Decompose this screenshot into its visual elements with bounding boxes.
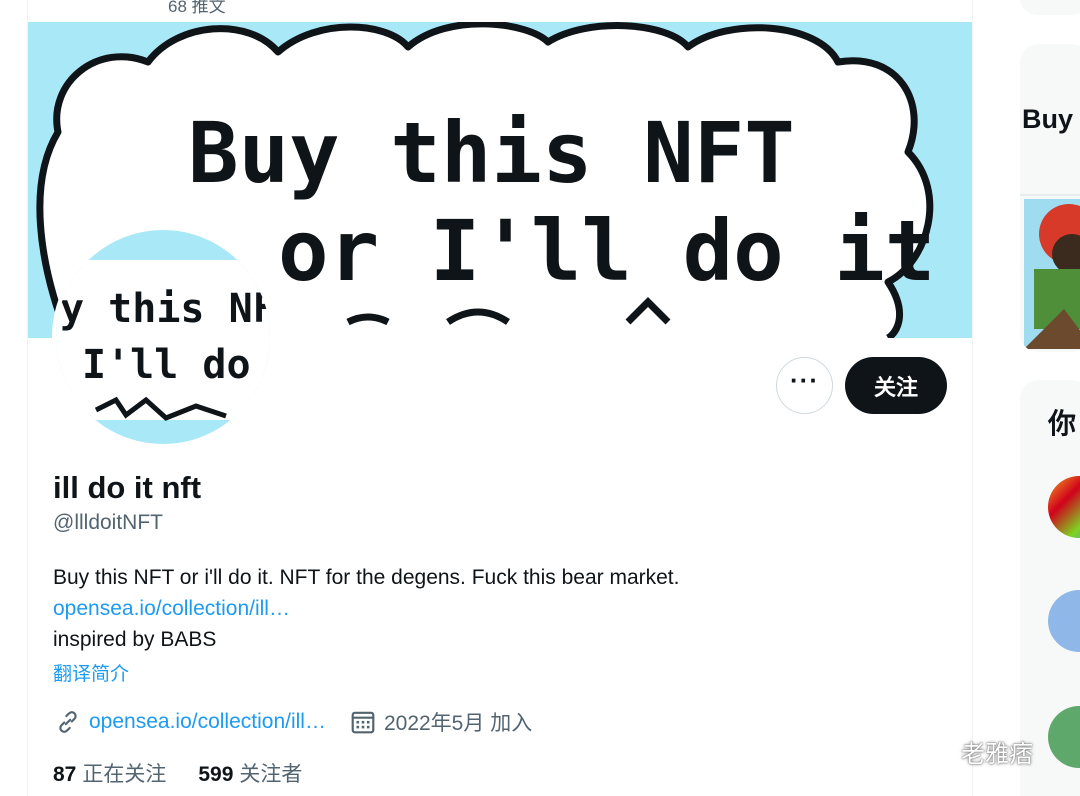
calendar-icon [348, 707, 378, 737]
bio-extra: inspired by BABS [53, 628, 217, 651]
following-stat[interactable]: 87 正在关注 [53, 758, 166, 788]
suggested-avatar[interactable] [1048, 476, 1080, 538]
bio-link[interactable]: opensea.io/collection/ill… [53, 593, 679, 624]
follow-button[interactable]: 关注 [845, 357, 947, 414]
banner-text-line1: Buy this NFT [188, 104, 795, 202]
avatar-text-line2: I'll do [82, 342, 251, 388]
avatar-art: y this NFT I'll do [56, 260, 270, 421]
who-to-follow-title: 你 [1048, 408, 1077, 439]
avatar-text-line1: y this NFT [60, 286, 270, 332]
banner-text-line2: or I'll do it [278, 202, 935, 300]
display-name: ill do it nft [53, 470, 202, 505]
sidebar-card-title: Buy [1022, 104, 1074, 134]
avatar[interactable]: y this NFT I'll do [52, 226, 274, 448]
profile-meta: opensea.io/collection/ill… 2022年5月 加入 [53, 705, 532, 739]
following-count: 87 [53, 763, 77, 786]
more-options-button[interactable]: ··· [776, 357, 833, 414]
sidebar-media-card[interactable]: Buy [1020, 44, 1080, 352]
followers-label: 关注者 [239, 763, 303, 786]
translate-bio-link[interactable]: 翻译简介 [53, 659, 129, 686]
tweet-count: 68 推文 [168, 0, 226, 16]
watermark: 老雅痞 [915, 732, 1033, 771]
bio: Buy this NFT or i'll do it. NFT for the … [53, 562, 679, 655]
follow-stats: 87 正在关注 599 关注者 [53, 758, 334, 788]
bio-text: Buy this NFT or i'll do it. NFT for the … [53, 566, 680, 589]
website-link[interactable]: opensea.io/collection/ill… [89, 710, 326, 734]
watermark-text: 老雅痞 [961, 741, 1033, 768]
suggested-avatar[interactable] [1048, 706, 1080, 768]
user-handle: @llldoitNFT [53, 511, 163, 534]
more-horizontal-icon: ··· [790, 364, 819, 395]
sidebar-search-fragment [1020, 0, 1080, 15]
followers-count: 599 [198, 763, 234, 786]
sidebar-card-thumbnail [1024, 199, 1080, 349]
wechat-icon [915, 732, 955, 771]
followers-stat[interactable]: 599 关注者 [198, 758, 302, 788]
sidebar-card-divider [1020, 194, 1080, 196]
suggested-avatar[interactable] [1048, 590, 1080, 652]
link-icon [53, 707, 83, 737]
joined-date: 2022年5月 加入 [383, 712, 533, 735]
following-label: 正在关注 [82, 763, 167, 786]
